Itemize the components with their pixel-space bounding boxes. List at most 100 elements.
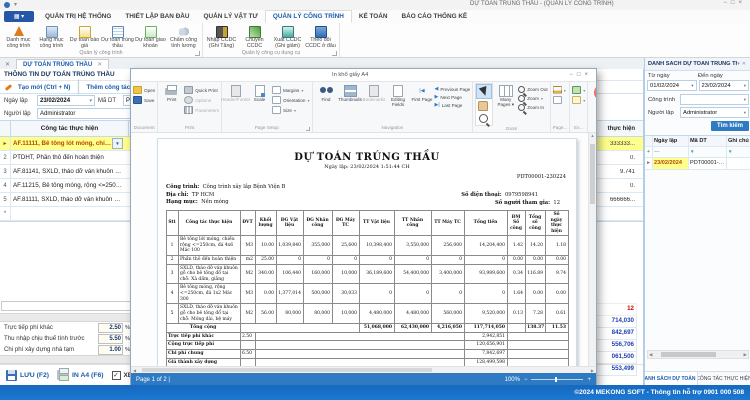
- email-icon: [572, 96, 581, 104]
- tab-cong-tac-thuc-hien[interactable]: CÔNG TÁC THỰC HIỆN: [698, 372, 750, 385]
- zoom-in-button[interactable]: Zoom In: [518, 104, 547, 111]
- combo-dropdown-button[interactable]: ▼: [112, 138, 123, 149]
- margins-button[interactable]: Margins▾: [272, 86, 310, 94]
- tao-moi-link[interactable]: Tạo mới (Ctrl + N): [18, 84, 70, 91]
- horizontal-scrollbar[interactable]: ◀▶: [647, 350, 749, 359]
- close-tab-icon[interactable]: ✕: [97, 61, 102, 68]
- doc-table-cell: M2: [240, 304, 255, 324]
- quick-print-button[interactable]: Quick Print: [184, 86, 219, 94]
- den-ngay-input[interactable]: 23/02/2024▾: [699, 80, 749, 91]
- nguoi-lap-filter-input[interactable]: Administrator▾: [680, 107, 749, 118]
- page-color-button[interactable]: ▾: [553, 86, 566, 94]
- doc-table-cell: 54,400,000: [394, 264, 431, 284]
- pointer-tool-button[interactable]: [476, 84, 492, 99]
- tab-quan-tri-he-thong[interactable]: QUẢN TRỊ HỆ THỐNG: [38, 10, 118, 23]
- tim-kiem-button[interactable]: Tìm kiếm: [711, 121, 749, 131]
- chi-phi-nha-tam-input[interactable]: 1.00: [98, 345, 123, 355]
- danh-muc-cong-trinh-button[interactable]: Danh mục công trình: [2, 24, 35, 50]
- tab-thiet-lap-ban-dau[interactable]: THIẾT LẬP BAN ĐẦU: [118, 10, 196, 23]
- task-grid-header[interactable]: Công tác thực hiện: [11, 121, 129, 136]
- zoom-region-button[interactable]: [476, 112, 490, 125]
- zoom-out-button[interactable]: Zoom Out: [518, 86, 547, 93]
- size-button[interactable]: Size▾: [272, 106, 310, 114]
- many-pages-button[interactable]: Many Pages ▾: [494, 83, 517, 107]
- doc-title: DỰ TOÁN TRÚNG THẦU: [158, 152, 576, 163]
- cong-trinh-input[interactable]: ▾: [680, 94, 749, 105]
- editing-fields-button[interactable]: Editing Fields: [387, 83, 410, 107]
- quick-access-arrow-icon[interactable]: ▾: [14, 1, 17, 8]
- hang-muc-cong-trinh-button[interactable]: Hạng mục công trình: [35, 24, 68, 50]
- tab-quan-ly-cong-trinh[interactable]: QUẢN LÝ CÔNG TRÌNH: [265, 10, 352, 23]
- dialog-title: In khổ giấy A4: [131, 72, 569, 78]
- tu-ngay-input[interactable]: 01/02/2024▾: [647, 80, 697, 91]
- filter-row[interactable]: + — ▼ ▼: [645, 147, 750, 158]
- tab-danh-sach-du-toan[interactable]: DANH SÁCH DỰ TOÁN ...: [645, 372, 698, 385]
- save-button[interactable]: Save: [133, 96, 155, 104]
- send-email-button[interactable]: ▾: [572, 96, 585, 104]
- doc-table-header-row: SttCông tác thực hiệnĐVTKhối lượngĐG Vật…: [166, 211, 568, 236]
- truc-tiep-phi-input[interactable]: 2.50: [98, 323, 123, 333]
- chuyen-ccdc-button[interactable]: Chuyển CCDC: [238, 24, 271, 50]
- theo-doi-ccdc-button[interactable]: Theo dõi CCDC ở đâu: [304, 24, 337, 50]
- hand-tool-button[interactable]: [476, 99, 490, 112]
- zoom-out-icon[interactable]: −: [524, 377, 528, 383]
- zoom-in-icon[interactable]: +: [587, 377, 591, 383]
- tab-du-toan-trung-thau[interactable]: DỰ TOÁN TRÚNG THẦU ✕: [16, 59, 109, 69]
- zoom-slider[interactable]: [531, 379, 583, 380]
- watermark-button[interactable]: [553, 96, 566, 104]
- xuat-ccdc-button[interactable]: Xuất CCDC (Ghi giảm): [271, 24, 304, 50]
- doc-table-cell: 10.00: [255, 236, 276, 256]
- open-button[interactable]: Open: [133, 86, 155, 94]
- group-launcher-icon[interactable]: [195, 51, 200, 56]
- cham-cong-tinh-luong-button[interactable]: Chấm công tính lương: [167, 24, 200, 50]
- empty-field[interactable]: [1, 301, 143, 311]
- print-button[interactable]: Print: [160, 83, 183, 102]
- binoculars-icon: [320, 85, 333, 96]
- app-menu-button[interactable]: ▦ ▾: [4, 11, 34, 22]
- save-button[interactable]: LƯU (F2): [6, 370, 49, 381]
- preview-canvas[interactable]: DỰ TOÁN TRÚNG THẦU Ngày lập: 23/02/2024 …: [131, 133, 596, 366]
- export-document-button[interactable]: ▾: [572, 86, 585, 94]
- first-page-button[interactable]: |◀First Page: [411, 83, 434, 102]
- print-a4-button[interactable]: IN A4 (F6): [57, 370, 103, 380]
- group-launcher-icon[interactable]: [332, 51, 337, 56]
- zoom-button[interactable]: Zoom▾: [518, 95, 547, 102]
- doc-table-cell: 0.34: [507, 264, 525, 284]
- doc-table-cell: M3: [240, 284, 255, 304]
- col-ghi-chu[interactable]: Ghi chú: [727, 138, 750, 144]
- col-ngay-lap[interactable]: Ngày lập: [653, 136, 689, 146]
- filter-funnel-icon[interactable]: ▼: [728, 149, 732, 154]
- scale-button[interactable]: Scale: [248, 83, 271, 102]
- thumbnails-button[interactable]: Thumbnails: [339, 83, 362, 102]
- nhap-ccdc-button[interactable]: Nhập CCDC (Ghi Tăng): [205, 24, 238, 50]
- tab-quan-ly-vat-tu[interactable]: QUẢN LÝ VẬT TƯ: [197, 10, 265, 23]
- vertical-scrollbar[interactable]: ▲: [588, 133, 596, 366]
- last-page-button[interactable]: ▶|Last Page: [435, 102, 471, 108]
- thu-nhap-chiu-thue-input[interactable]: 5.50: [98, 334, 123, 344]
- tab-ke-toan[interactable]: KẾ TOÁN: [352, 10, 395, 23]
- floppy-icon: [6, 370, 17, 381]
- horizontal-scrollbar[interactable]: ◀▶: [131, 366, 596, 373]
- doc-table-cell: 106,440: [276, 264, 303, 284]
- close-preview-button[interactable]: × Close: [590, 83, 596, 106]
- doc-table-cell: 0: [359, 284, 394, 304]
- header-footer-button[interactable]: Header/Footer: [224, 83, 247, 102]
- next-page-button[interactable]: ▶Next Page: [435, 94, 471, 100]
- du-toan-bao-gia-button[interactable]: Dự toán báo giá: [68, 24, 101, 50]
- dialog-window-controls[interactable]: −□×: [569, 72, 596, 78]
- result-row[interactable]: ▸ 23/02/2024 PDT00001-230224: [645, 158, 750, 170]
- window-controls[interactable]: −□×: [723, 0, 746, 6]
- close-icon[interactable]: ✕: [742, 61, 748, 67]
- du-toan-giao-khoan-button[interactable]: Dự toán giao khoán: [134, 24, 167, 50]
- scroll-left-icon: ◀: [131, 368, 138, 373]
- find-button[interactable]: Find: [315, 83, 338, 102]
- tab-bao-cao-thong-ke[interactable]: BÁO CÁO THỐNG KÊ: [395, 10, 475, 23]
- close-tab-icon[interactable]: ✕: [5, 61, 10, 68]
- previous-page-button[interactable]: ◀Previous Page: [435, 86, 471, 92]
- ngay-lap-input[interactable]: 23/02/2024▾: [37, 95, 95, 106]
- filter-funnel-icon[interactable]: ▼: [690, 149, 694, 154]
- orientation-button[interactable]: Orientation▾: [272, 96, 310, 104]
- col-ma-dt[interactable]: Mã DT: [689, 136, 727, 146]
- ribbon-group-cong-trinh: Danh mục công trình Hạng mục công trình …: [0, 23, 203, 57]
- du-toan-trung-thau-button[interactable]: Dự toán trúng thầu: [101, 24, 134, 50]
